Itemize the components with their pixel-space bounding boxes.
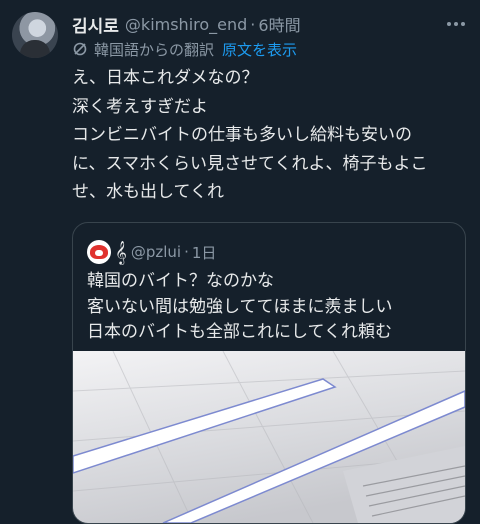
tweet-text-line: せ、水も出してくれ [72,182,224,202]
avatar[interactable] [12,12,58,58]
tweet-header: 김시로 @kimshiro_end · 6時間 [72,12,450,37]
user-handle[interactable]: @kimshiro_end [125,15,247,34]
translation-label: 韓国語からの翻訳 [94,40,215,59]
quote-text-line: 韓国のバイト？なのかな [87,271,274,291]
more-dots-icon [447,22,451,26]
separator-dot: · [184,243,189,261]
separator-dot: · [250,14,256,34]
tweet-text-line: え、日本これダメなの？ [72,68,259,88]
quoted-tweet[interactable]: 𝄞 @pzlui · 1日 韓国のバイト？なのかな 客いない間は勉強しててほまに… [72,222,466,524]
quote-text-line: 客いない間は勉強しててほまに羨ましい [87,296,393,317]
treble-clef-icon: 𝄞 [115,240,127,264]
quote-image[interactable] [73,351,465,523]
timestamp[interactable]: 6時間 [258,12,300,36]
quote-handle: @pzlui [130,243,182,261]
tweet-text: え、日本これダメなの？ 深く考えすぎだよ コンビニバイトの仕事も多いし給料も安い… [72,64,472,207]
quote-header: 𝄞 @pzlui · 1日 [87,240,216,264]
quote-avatar [87,240,111,264]
quote-text-line: 日本のバイトも全部これにしてくれ頼む [87,322,392,342]
more-options-button[interactable] [444,14,468,34]
tweet-text-line: に、スマホくらい見させてくれよ、椅子もよこ [72,153,428,174]
quote-text: 韓国のバイト？なのかな 客いない間は勉強しててほまに羨ましい 日本のバイトも全部… [87,269,457,346]
quote-timestamp: 1日 [191,243,217,262]
show-original-link[interactable]: 原文を表示 [222,39,297,60]
translation-row: 韓国語からの翻訳 原文を表示 [72,38,297,60]
tweet-text-line: 深く考えすぎだよ [72,96,208,117]
translate-icon [73,42,87,56]
tweet-text-line: コンビニバイトの仕事も多いし給料も安いの [72,125,412,145]
display-name[interactable]: 김시로 [72,12,119,37]
